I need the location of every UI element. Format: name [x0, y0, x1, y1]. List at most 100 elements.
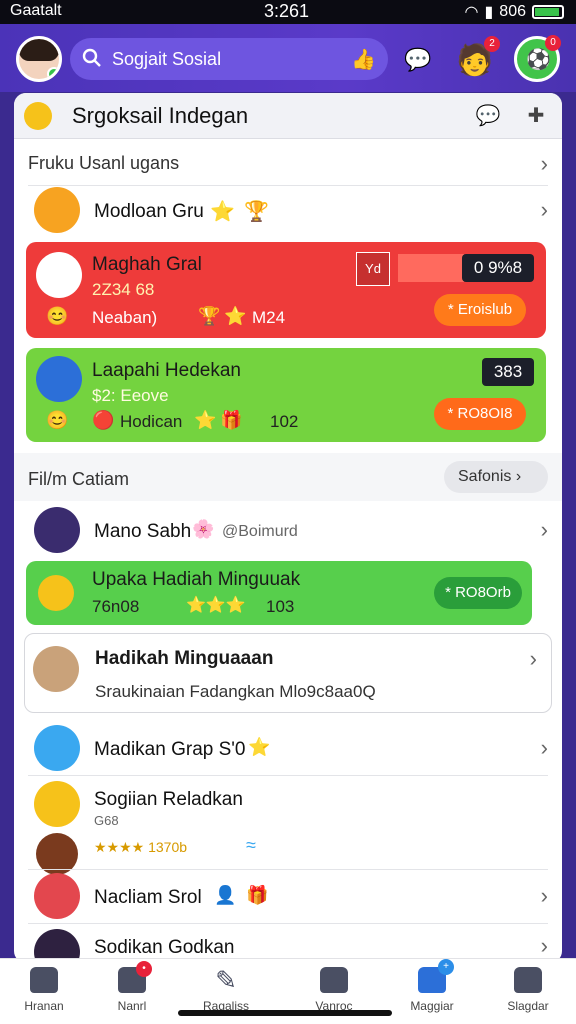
list-item[interactable]: Sogiian Reladkan G68 ★★★★ 1370b ≈ [14, 777, 562, 875]
nav-label: Slagdar [507, 999, 549, 1013]
item-name: Madikan Grap S'0 [94, 739, 246, 760]
card-stat: $2: Eeove [92, 386, 169, 405]
card-tag: Yd [356, 252, 390, 286]
notification-badge: • [136, 961, 152, 977]
section-label: Fil/m Catiam [28, 469, 130, 489]
thumbs-up-icon[interactable]: 👍 [351, 47, 376, 72]
highlight-card-red[interactable]: Maghah Gral 2Z34 68 😊 Neaban) 🏆 ⭐ M24 Yd… [26, 242, 546, 338]
wave-icon: ≈ [246, 835, 256, 855]
game-button[interactable]: ⚽ 0 [514, 35, 561, 82]
section-button[interactable]: Safonis › [444, 461, 548, 493]
chevron-right-icon: › [540, 883, 548, 908]
item-name: Nacliam Srol [94, 887, 202, 908]
star-icon: ⭐ [194, 410, 217, 430]
trophy-icon: 🏆 [244, 201, 269, 223]
card-stat: 2Z34 68 [92, 280, 155, 299]
list-item[interactable]: Modloan Gru ⭐ 🏆 › [14, 185, 562, 237]
nav-messages[interactable]: + Maggiar [392, 959, 472, 1013]
avatar [34, 507, 80, 553]
card-status: Hodican [120, 412, 183, 431]
chevron-right-icon: › [540, 151, 548, 176]
weekly-detail-card[interactable]: Hadikah Minguaaan Sraukinaian Fadangkan … [24, 633, 552, 713]
avatar [34, 781, 80, 827]
action-button[interactable]: * RO8OI8 [434, 398, 526, 430]
list-item[interactable]: Madikan Grap S'0 ⭐ › [14, 721, 562, 775]
wifi-icon: ◠ [464, 4, 479, 21]
trophy-icon: 🏆 [198, 306, 221, 326]
avatar [34, 187, 80, 233]
section-button-label: Safonis [458, 468, 512, 485]
character-icon[interactable]: 🧑 2 [452, 36, 500, 80]
divider [28, 869, 548, 870]
card-name: Maghah Gral [92, 254, 202, 275]
card-count: M24 [252, 308, 286, 327]
rating: ★★★★ 1370b [94, 839, 188, 855]
profile-avatar[interactable] [16, 36, 62, 82]
nav-friends[interactable]: Vanroc [294, 967, 374, 1013]
people-icon [320, 967, 348, 993]
avatar [34, 873, 80, 919]
highlight-card-green[interactable]: Laapahi Hedekan $2: Eeove 😊 🔴 Hodican ⭐ … [26, 348, 546, 442]
battery-icon [532, 5, 564, 19]
star-icon: ⭐ [224, 306, 247, 326]
item-tag: @Boimurd [222, 523, 298, 540]
card-subtitle: Sraukinaian Fadangkan Mlo9c8aa0Q [95, 682, 376, 701]
home-icon [30, 967, 58, 993]
action-button[interactable]: * Eroislub [434, 294, 526, 326]
game-badge: 0 [545, 35, 561, 51]
chevron-right-icon: › [540, 517, 548, 542]
search-bar[interactable]: Sogjait Sosial 👍 [70, 38, 388, 80]
chevron-right-icon: › [540, 735, 548, 760]
status-bar: Gaatalt 3:261 ◠ ▮ 806 [0, 0, 576, 24]
item-name: Modloan Gru [94, 201, 204, 222]
carrier-label: Gaatalt [10, 2, 62, 19]
card-status: Neaban) [92, 308, 158, 327]
nav-label: Nanrl [117, 999, 147, 1013]
avatar [33, 646, 79, 692]
gift-icon: 🎁 [220, 410, 243, 430]
status-icons: ◠ ▮ 806 [465, 2, 564, 22]
profile-icon [514, 967, 542, 993]
search-icon [82, 48, 101, 67]
ball-icon: ⚽ [526, 49, 551, 71]
top-bar: Sogjait Sosial 👍 💬 🧑 2 ⚽ 0 [0, 24, 576, 92]
item-name: Sogiian Reladkan [94, 789, 243, 810]
section-label: Fruku Usanl ugans [28, 153, 180, 173]
nav-profile[interactable]: Slagdar [488, 967, 568, 1013]
progress-bar [398, 254, 464, 282]
score-box: 383 [482, 358, 534, 386]
panel-title: Srgoksail Indegan [72, 103, 249, 128]
notification-badge: 2 [484, 36, 500, 52]
list-item[interactable]: Mano Sabh 🌸 @Boimurd › [14, 503, 562, 557]
divider [28, 923, 548, 924]
weekly-reward-card[interactable]: Upaka Hadiah Minguuak 76n08 ⭐⭐⭐ 103 * RO… [26, 561, 532, 625]
nav-notifications[interactable]: • Nanrl [92, 961, 172, 1013]
star-icon: ⭐ [210, 201, 235, 223]
smiley-icon [24, 102, 52, 130]
nav-feed[interactable]: ✎ Ragaliss [186, 967, 266, 1013]
chat-icon[interactable]: 💬 [398, 40, 438, 80]
signal-icon: ▮ [484, 4, 494, 21]
item-sub: G68 [94, 813, 119, 828]
item-name: Sodikan Godkan [94, 937, 235, 958]
badge-icon: 🔴 [92, 410, 115, 430]
add-friend-icon[interactable]: ✚ [522, 102, 550, 130]
section-header-1[interactable]: Fruku Usanl ugans › [14, 141, 562, 185]
battery-label: 806 [499, 3, 526, 20]
card-name: Hadikah Minguaaan [95, 648, 274, 669]
divider [28, 775, 548, 776]
star-icon: ⭐ [248, 737, 271, 757]
card-count: 103 [266, 597, 295, 616]
chat-bubble-icon[interactable]: 💬 [474, 102, 502, 130]
nav-home[interactable]: Hranan [4, 967, 84, 1013]
clock: 3:261 [264, 1, 310, 21]
list-item[interactable]: Nacliam Srol 👤 🎁 › [14, 871, 562, 921]
chevron-right-icon: › [540, 197, 548, 222]
nav-label: Hranan [24, 999, 64, 1013]
panel-header: Srgoksail Indegan 💬 ✚ [14, 93, 562, 139]
avatar [36, 356, 82, 402]
action-button[interactable]: * RO8Orb [434, 577, 522, 609]
smiley-icon: 😊 [46, 306, 69, 326]
smiley-icon: 😊 [46, 410, 69, 430]
reward-icon [38, 575, 74, 611]
